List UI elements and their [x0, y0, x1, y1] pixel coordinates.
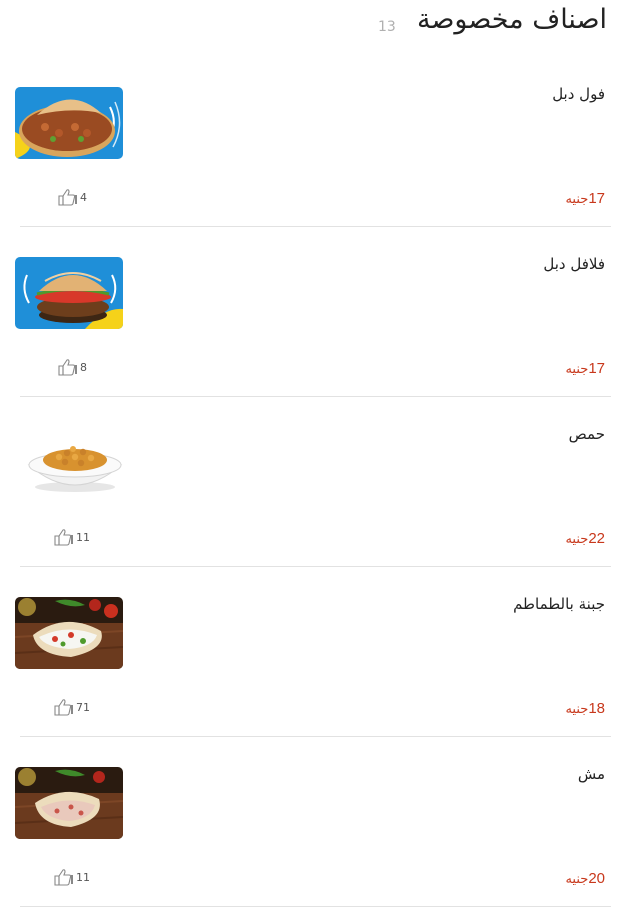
like-count: 8 [80, 360, 87, 374]
price-currency: جنيه [565, 361, 589, 376]
price-value: 20 [588, 870, 605, 887]
cheese-tomato-pita-image [15, 597, 123, 669]
falafel-sandwich-image [15, 257, 123, 329]
menu-item-name: جبنة بالطماطم [513, 595, 605, 613]
price-value: 22 [588, 530, 605, 547]
menu-item-price: 22جنيه [565, 530, 605, 547]
like-counter[interactable]: 71 [52, 698, 90, 716]
menu-item-price: 20جنيه [565, 870, 605, 887]
menu-list: فول دبل 4 17جنيه فلافل دبل 8 17جنيه حمص … [0, 57, 627, 907]
like-counter[interactable]: 4 [56, 188, 87, 206]
thumbs-up-icon [58, 189, 77, 206]
price-value: 17 [588, 190, 605, 207]
menu-item-image[interactable] [15, 767, 123, 839]
menu-item[interactable]: جبنة بالطماطم 71 18جنيه [0, 567, 627, 737]
price-currency: جنيه [565, 191, 589, 206]
mish-pita-image [15, 767, 123, 839]
menu-item-name: فلافل دبل [543, 255, 605, 273]
foul-sandwich-image [15, 87, 123, 159]
section-title: اصناف مخصوصة [416, 4, 607, 35]
menu-item-price: 18جنيه [565, 700, 605, 717]
menu-item[interactable]: فول دبل 4 17جنيه [0, 57, 627, 227]
item-count: 13 [378, 19, 396, 35]
menu-item-image[interactable] [15, 257, 123, 329]
menu-item-name: فول دبل [552, 85, 605, 103]
like-count: 11 [76, 870, 90, 884]
menu-item[interactable]: حمص 11 22جنيه [0, 397, 627, 567]
menu-item-name: مش [577, 765, 605, 783]
price-currency: جنيه [565, 871, 589, 886]
like-counter[interactable]: 11 [52, 528, 90, 546]
like-counter[interactable]: 11 [52, 868, 90, 886]
menu-item-image[interactable] [15, 427, 123, 499]
like-count: 71 [76, 700, 90, 714]
like-count: 4 [80, 190, 87, 204]
price-currency: جنيه [565, 701, 589, 716]
menu-item-image[interactable] [15, 597, 123, 669]
section-header: اصناف مخصوصة 13 [0, 0, 627, 50]
menu-item-price: 17جنيه [565, 360, 605, 377]
menu-item-image[interactable] [15, 87, 123, 159]
price-currency: جنيه [565, 531, 589, 546]
chickpeas-bowl-image [15, 427, 123, 499]
like-counter[interactable]: 8 [56, 358, 87, 376]
thumbs-up-icon [54, 699, 73, 716]
price-value: 18 [588, 700, 605, 717]
menu-item-name: حمص [568, 425, 605, 443]
menu-item[interactable]: فلافل دبل 8 17جنيه [0, 227, 627, 397]
thumbs-up-icon [54, 869, 73, 886]
menu-item-price: 17جنيه [565, 190, 605, 207]
menu-item[interactable]: مش 11 20جنيه [0, 737, 627, 907]
price-value: 17 [588, 360, 605, 377]
thumbs-up-icon [54, 529, 73, 546]
divider [20, 906, 611, 907]
thumbs-up-icon [58, 359, 77, 376]
like-count: 11 [76, 530, 90, 544]
